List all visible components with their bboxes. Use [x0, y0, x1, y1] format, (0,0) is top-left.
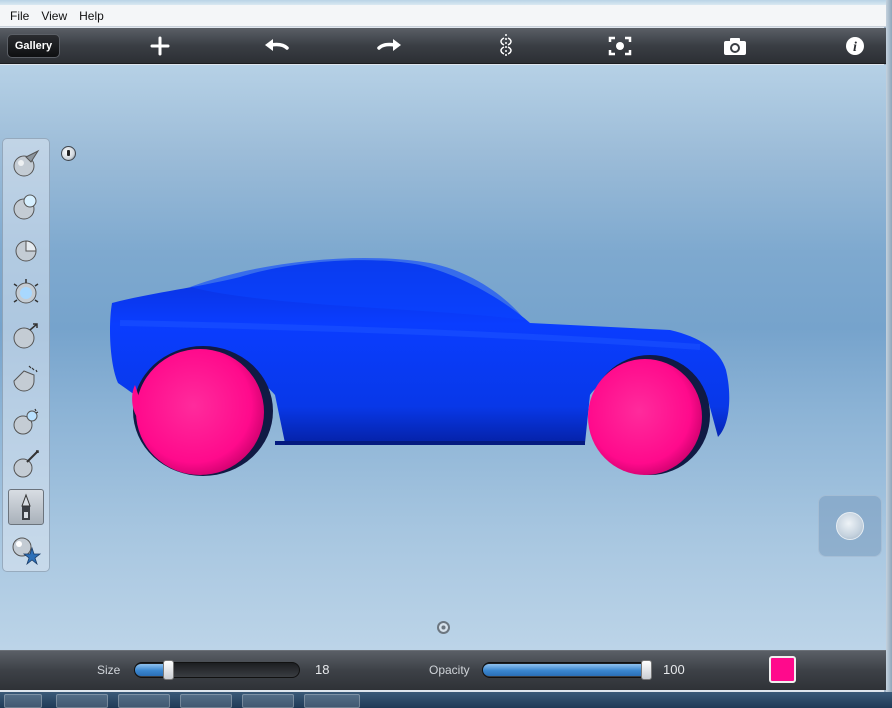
menu-bar: File View Help [0, 5, 886, 27]
taskbar-item[interactable] [118, 694, 170, 708]
menu-file[interactable]: File [4, 9, 35, 23]
reset-view-icon[interactable] [606, 32, 634, 60]
paint-color-swatch[interactable] [769, 656, 796, 683]
redo-icon[interactable] [376, 32, 404, 60]
tool-panel [2, 138, 50, 572]
navigation-dot-icon[interactable] [836, 512, 864, 540]
opacity-value: 100 [663, 662, 685, 677]
opacity-slider[interactable] [482, 660, 652, 680]
add-icon[interactable] [146, 32, 174, 60]
paint-tool-icon[interactable] [8, 489, 44, 525]
opacity-label: Opacity [429, 663, 470, 677]
sculpt-crease-tool-icon[interactable] [8, 446, 44, 482]
sculpt-flatten-tool-icon[interactable] [8, 360, 44, 396]
top-toolbar: Gallery i [0, 28, 886, 64]
sculpt-pinch-tool-icon[interactable] [8, 317, 44, 353]
size-slider[interactable] [134, 660, 300, 680]
sculpt-grab-tool-icon[interactable] [8, 231, 44, 267]
start-button[interactable] [4, 694, 42, 708]
undo-icon[interactable] [262, 32, 290, 60]
size-value: 18 [315, 662, 330, 677]
symmetry-icon[interactable] [492, 32, 520, 60]
sculpt-smooth-tool-icon[interactable] [8, 274, 44, 310]
material-tool-icon[interactable] [8, 532, 44, 568]
window-edge [886, 0, 892, 692]
opacity-slider-fill [483, 664, 649, 676]
size-label: Size [97, 663, 121, 677]
sculpt-clay-tool-icon[interactable] [8, 188, 44, 224]
menu-help[interactable]: Help [73, 9, 110, 23]
taskbar-item[interactable] [242, 694, 294, 708]
opacity-slider-thumb[interactable] [641, 660, 652, 680]
taskbar-item[interactable] [180, 694, 232, 708]
taskbar-item[interactable] [56, 694, 108, 708]
camera-icon[interactable] [721, 32, 749, 60]
taskbar-item[interactable] [304, 694, 360, 708]
pin-icon[interactable] [61, 146, 76, 161]
gallery-button[interactable]: Gallery [7, 34, 60, 58]
center-view-icon[interactable] [437, 621, 450, 634]
svg-text:i: i [853, 40, 857, 55]
bottom-bar: Size 18 Opacity 100 [0, 650, 886, 690]
sculpt-draw-tool-icon[interactable] [8, 145, 44, 181]
size-slider-thumb[interactable] [163, 660, 174, 680]
sculpt-canvas[interactable] [0, 65, 886, 650]
app-window: File View Help Gallery i Size 18 Opacity… [0, 0, 886, 692]
navigation-pad[interactable] [818, 495, 882, 557]
car-model[interactable] [0, 65, 886, 650]
sculpt-inflate-tool-icon[interactable] [8, 403, 44, 439]
menu-view[interactable]: View [35, 9, 73, 23]
info-icon[interactable]: i [841, 32, 869, 60]
os-taskbar [0, 692, 892, 708]
